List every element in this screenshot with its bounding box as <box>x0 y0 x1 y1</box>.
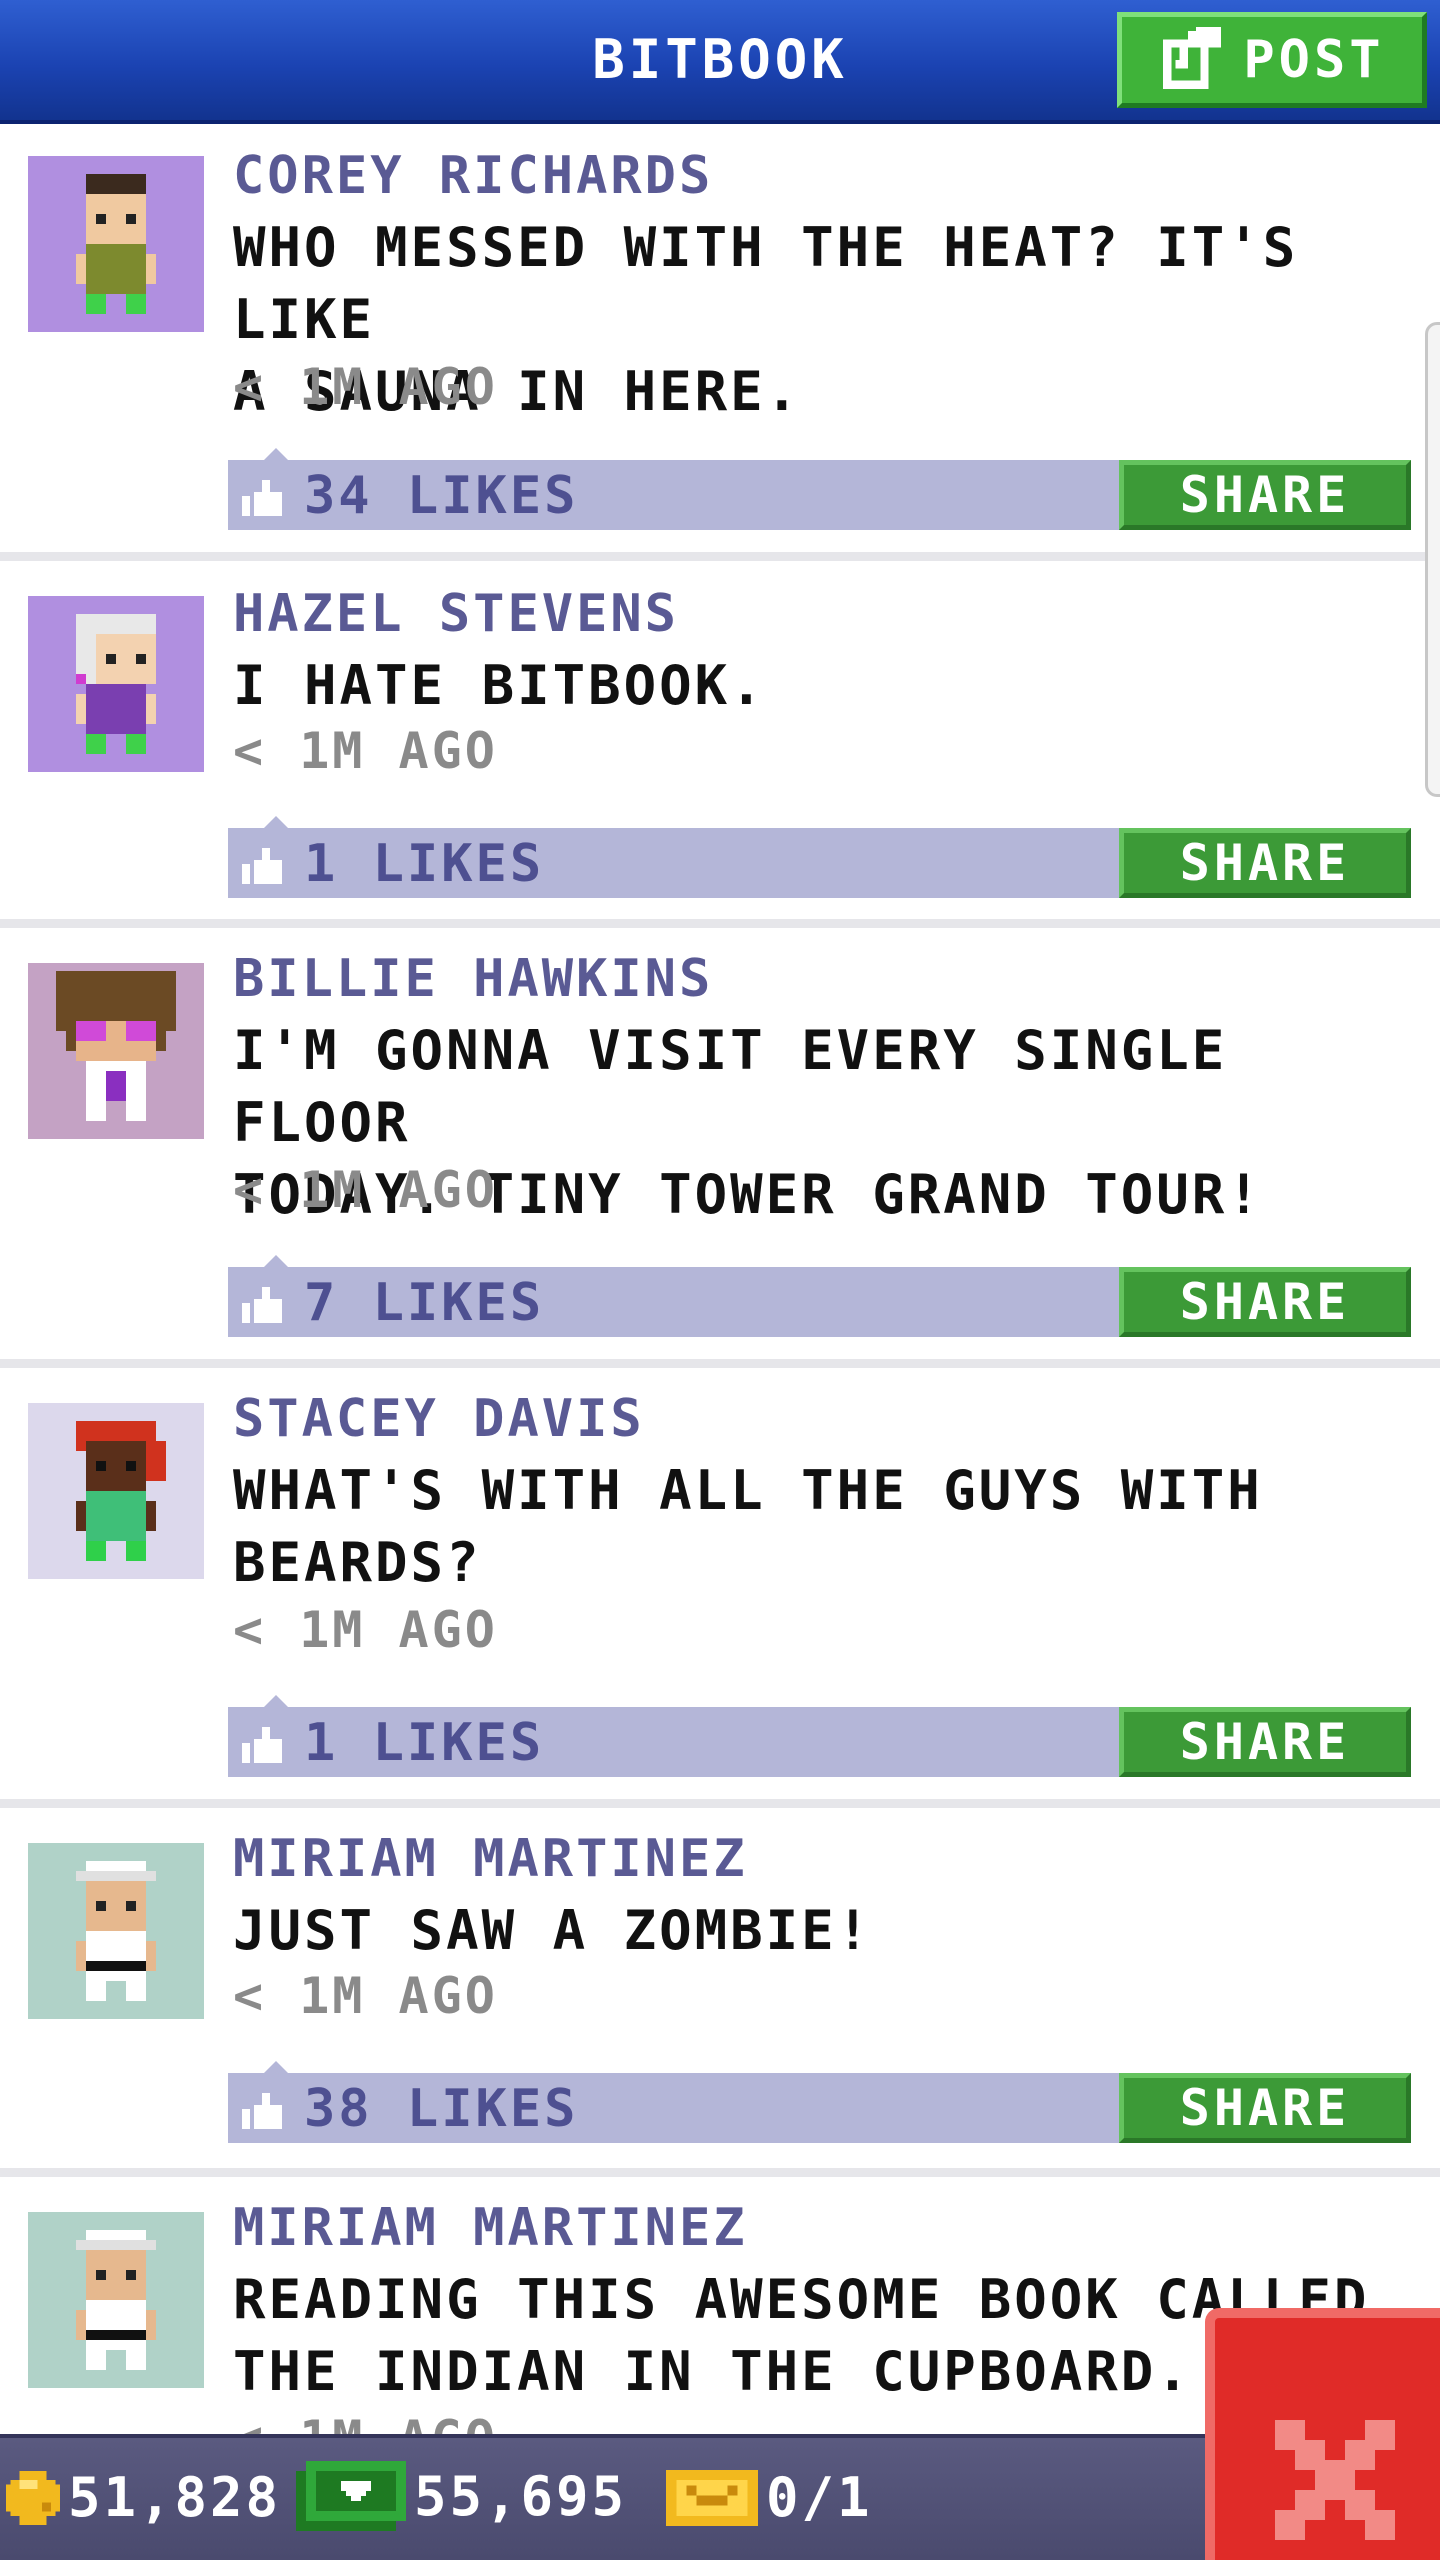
share-button[interactable]: SHARE <box>1119 460 1411 530</box>
post-timestamp: < 1M AGO <box>233 722 498 780</box>
post-message: WHAT'S WITH ALL THE GUYS WITH BEARDS? <box>233 1459 1263 1594</box>
likes-count: 38 LIKES <box>304 2079 579 2139</box>
tickets-value: 0/1 <box>766 2466 873 2529</box>
bux-value: 55,695 <box>414 2464 628 2528</box>
post-timestamp: < 1M AGO <box>233 358 498 416</box>
character-sprite-icon <box>76 174 156 314</box>
likes-bar-notch <box>264 448 288 460</box>
likes-bar-notch <box>264 2061 288 2073</box>
thumbs-up-icon[interactable] <box>242 848 282 884</box>
post-button-label: POST <box>1243 30 1385 90</box>
feed-post: BILLIE HAWKINS I'M GONNA VISIT EVERY SIN… <box>0 937 1440 1368</box>
likes-bar: 1 LIKES SHARE <box>228 1695 1411 1777</box>
likes-count: 1 LIKES <box>304 834 545 894</box>
character-sprite-icon <box>76 614 156 754</box>
avatar[interactable] <box>28 963 204 1139</box>
post-author[interactable]: HAZEL STEVENS <box>233 584 679 644</box>
likes-count: 1 LIKES <box>304 1713 545 1773</box>
close-icon <box>1275 2420 1395 2540</box>
avatar[interactable] <box>28 1403 204 1579</box>
post-author[interactable]: STACEY DAVIS <box>233 1389 645 1449</box>
header-bar: BITBOOK POST <box>0 0 1440 124</box>
character-sprite-icon <box>76 1861 156 2001</box>
likes-bar: 1 LIKES SHARE <box>228 816 1411 898</box>
edit-icon <box>1163 27 1222 89</box>
post-author[interactable]: MIRIAM MARTINEZ <box>233 2198 748 2258</box>
avatar[interactable] <box>28 156 204 332</box>
tickets-stat[interactable]: 0/1 <box>666 2466 873 2529</box>
post-timestamp: < 1M AGO <box>233 1601 498 1659</box>
feed-post: MIRIAM MARTINEZ JUST SAW A ZOMBIE! < 1M … <box>0 1817 1440 2177</box>
post-timestamp: < 1M AGO <box>233 1967 498 2025</box>
scrollbar-thumb[interactable] <box>1425 322 1440 797</box>
post-message: JUST SAW A ZOMBIE! <box>233 1899 873 1962</box>
thumbs-up-icon[interactable] <box>242 2093 282 2129</box>
likes-bar-notch <box>264 816 288 828</box>
bux-icon <box>296 2461 406 2531</box>
avatar[interactable] <box>28 2212 204 2388</box>
post-author[interactable]: MIRIAM MARTINEZ <box>233 1829 748 1889</box>
thumbs-up-icon[interactable] <box>242 480 282 516</box>
avatar[interactable] <box>28 596 204 772</box>
golden-ticket-icon <box>666 2469 758 2526</box>
post-timestamp: < 1M AGO <box>233 1161 498 1219</box>
likes-bar-notch <box>264 1695 288 1707</box>
close-button[interactable] <box>1205 2308 1440 2560</box>
post-timestamp: < 1M AGO <box>233 2410 498 2434</box>
likes-count: 34 LIKES <box>304 466 579 526</box>
character-sprite-icon <box>76 2230 156 2370</box>
share-button[interactable]: SHARE <box>1119 1707 1411 1777</box>
thumbs-up-icon[interactable] <box>242 1287 282 1323</box>
thumbs-up-icon[interactable] <box>242 1727 282 1763</box>
feed-post: HAZEL STEVENS I HATE BITBOOK. < 1M AGO 1… <box>0 570 1440 928</box>
likes-bar: 34 LIKES SHARE <box>228 448 1411 530</box>
share-button[interactable]: SHARE <box>1119 828 1411 898</box>
bitbook-feed[interactable]: COREY RICHARDS WHO MESSED WITH THE HEAT?… <box>0 124 1440 2434</box>
likes-count: 7 LIKES <box>304 1273 545 1333</box>
likes-bar: 7 LIKES SHARE <box>228 1255 1411 1337</box>
feed-post: STACEY DAVIS WHAT'S WITH ALL THE GUYS WI… <box>0 1377 1440 1808</box>
coins-value: 51,828 <box>68 2466 282 2529</box>
coins-stat[interactable]: 51,828 <box>6 2466 281 2529</box>
post-button[interactable]: POST <box>1117 12 1427 108</box>
character-sprite-icon <box>76 1421 166 1561</box>
share-button[interactable]: SHARE <box>1119 2073 1411 2143</box>
likes-bar: 38 LIKES SHARE <box>228 2061 1411 2143</box>
post-message: I HATE BITBOOK. <box>233 654 766 717</box>
avatar[interactable] <box>28 1843 204 2019</box>
share-button[interactable]: SHARE <box>1119 1267 1411 1337</box>
post-author[interactable]: BILLIE HAWKINS <box>233 949 713 1009</box>
coin-icon <box>6 2470 60 2525</box>
character-sprite-icon <box>56 971 176 1121</box>
bux-stat[interactable]: 55,695 <box>296 2460 627 2532</box>
feed-post: COREY RICHARDS WHO MESSED WITH THE HEAT?… <box>0 124 1440 561</box>
post-author[interactable]: COREY RICHARDS <box>233 146 713 206</box>
likes-bar-notch <box>264 1255 288 1267</box>
